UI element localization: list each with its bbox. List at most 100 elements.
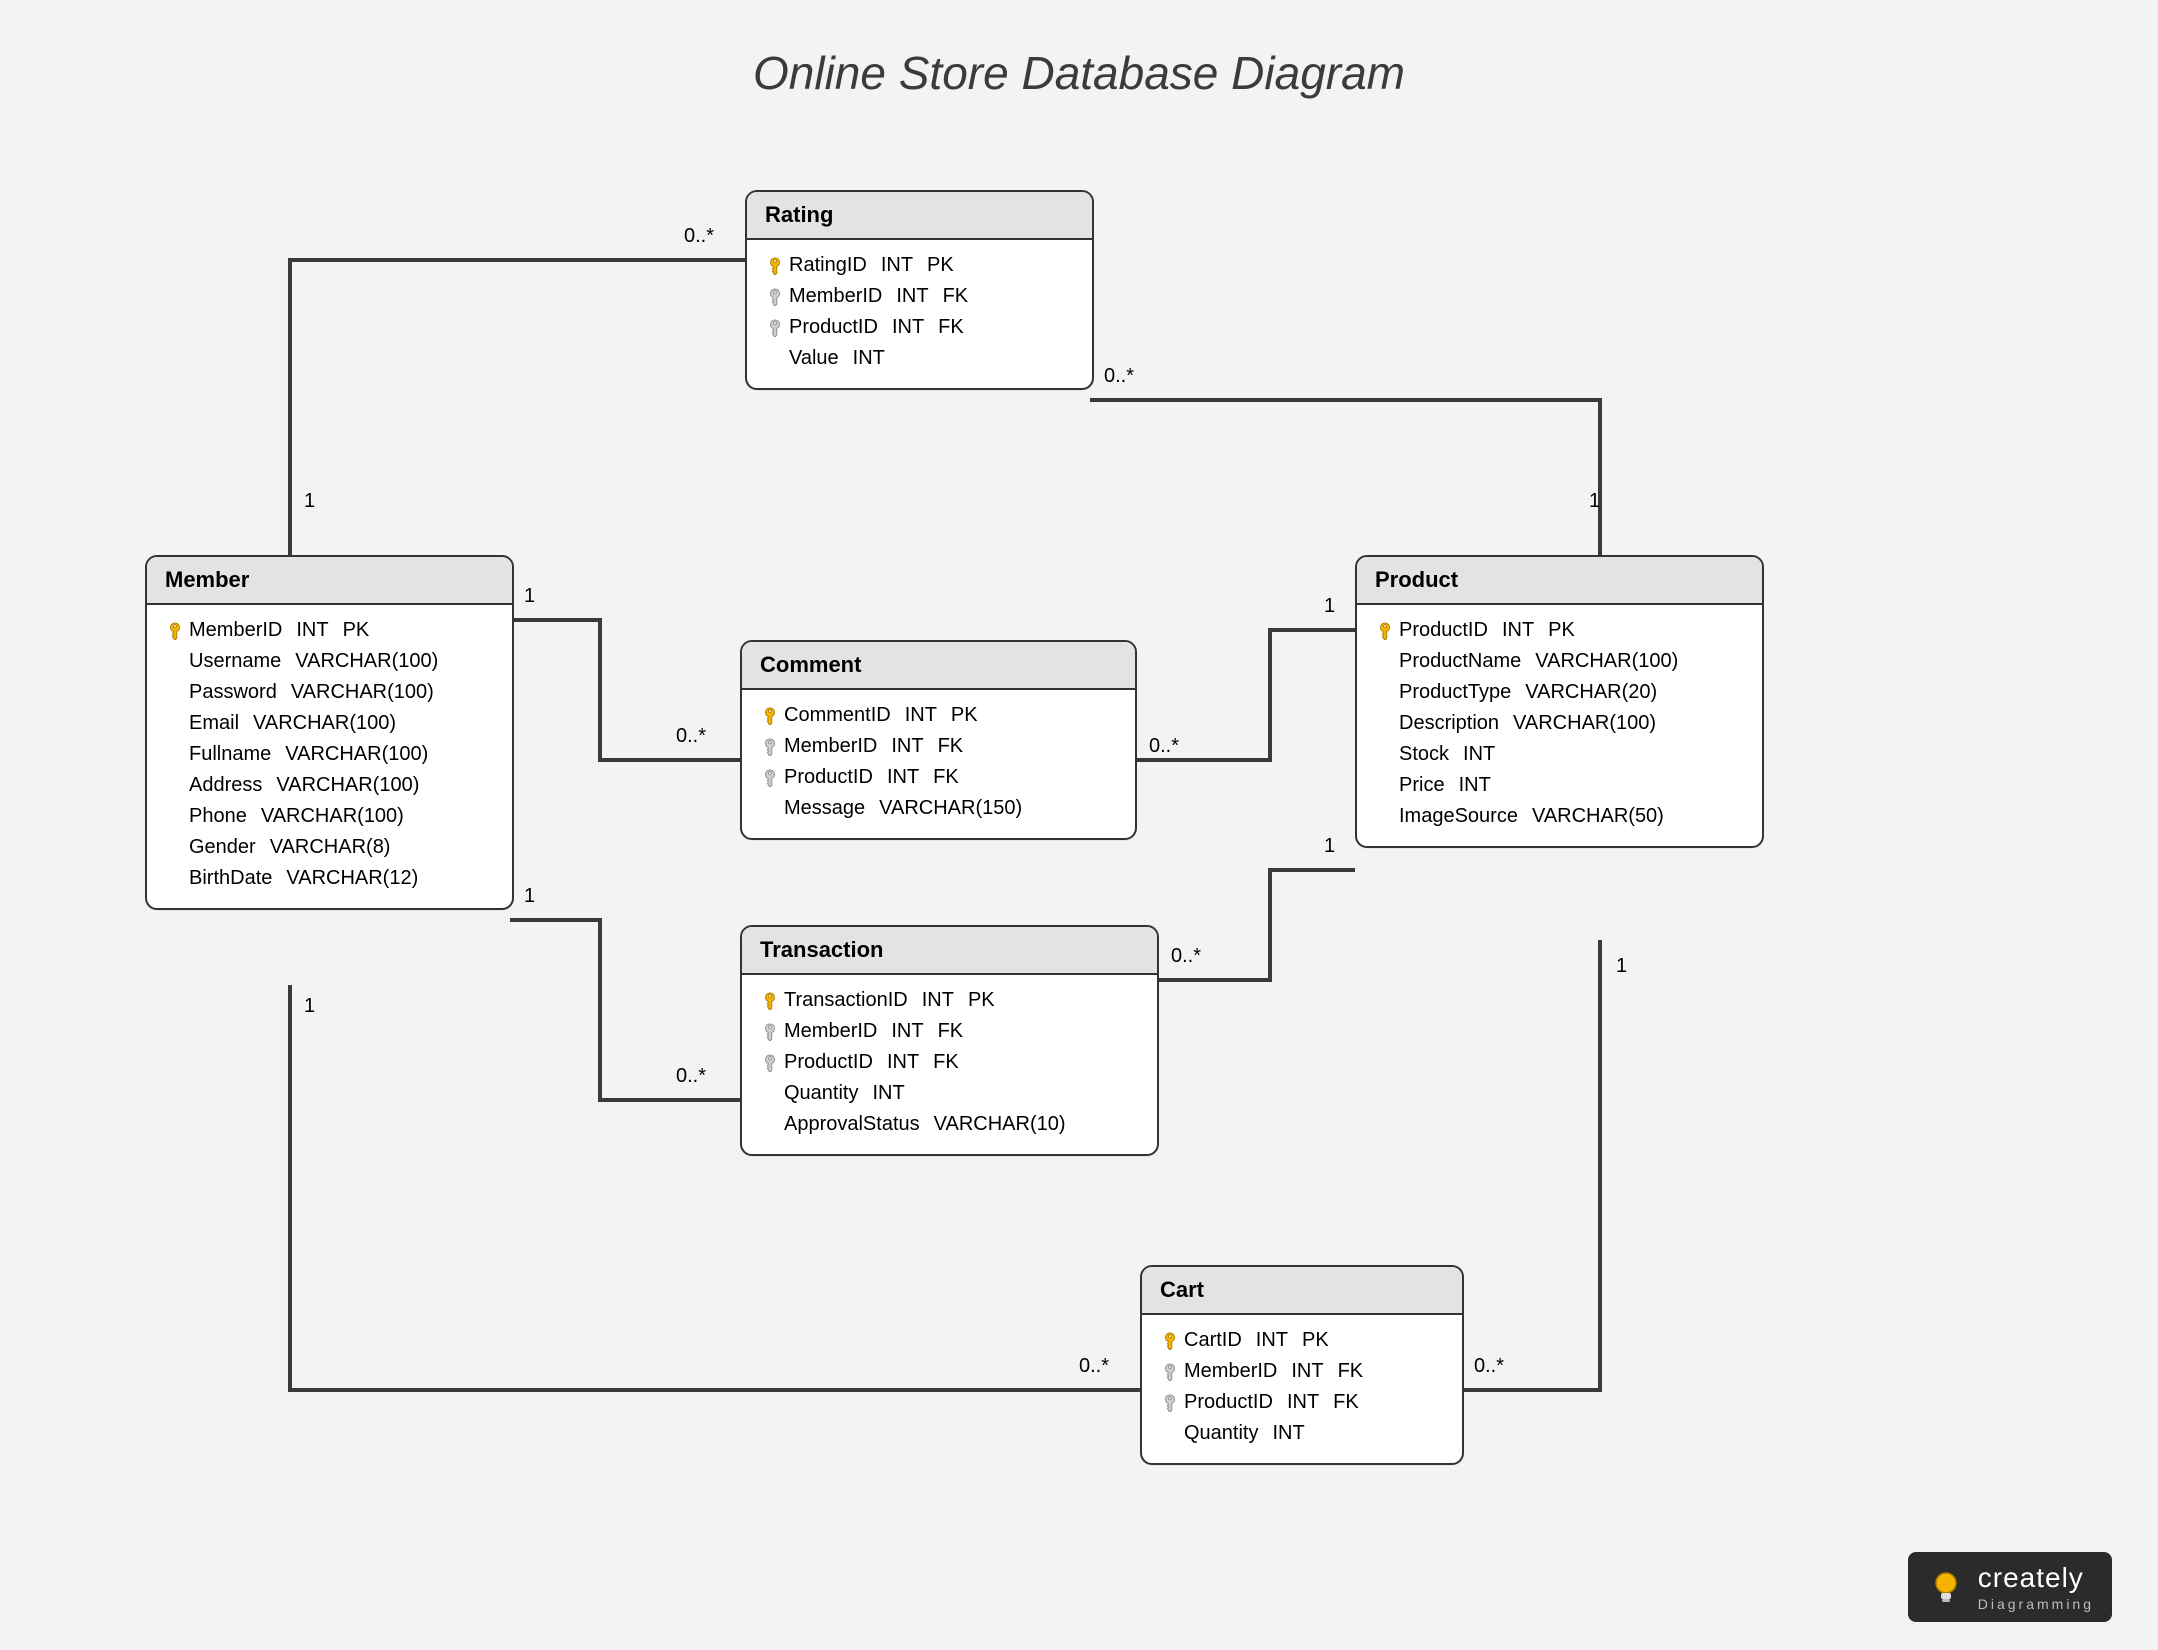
key-icon: [1156, 1363, 1184, 1381]
field-row: CartID INT PK: [1156, 1325, 1444, 1356]
field-type: INT: [922, 989, 968, 1012]
card-product-trans-many: 0..*: [1167, 945, 1205, 968]
card-member-cart-1: 1: [300, 995, 319, 1018]
field-type: VARCHAR(100): [276, 774, 433, 797]
key-icon: [756, 707, 784, 725]
field-type: INT: [891, 735, 937, 758]
logo-name: creately: [1978, 1562, 2094, 1594]
field-name: Description: [1399, 712, 1513, 735]
field-role: FK: [938, 316, 964, 339]
field-name: Value: [789, 347, 853, 370]
field-name: RatingID: [789, 254, 881, 277]
entity-product[interactable]: Product ProductID INT PK ProductName VAR…: [1355, 555, 1764, 848]
field-row: ProductID INT FK: [1156, 1387, 1444, 1418]
field-row: Phone VARCHAR(100): [161, 801, 494, 832]
field-type: INT: [896, 285, 942, 308]
field-row: Quantity INT: [756, 1078, 1139, 1109]
key-icon: [756, 1023, 784, 1041]
field-role: PK: [968, 989, 995, 1012]
key-icon: [756, 992, 784, 1010]
field-type: INT: [891, 1020, 937, 1043]
field-type: INT: [1272, 1422, 1318, 1445]
entity-member[interactable]: Member MemberID INT PK Username VARCHAR(…: [145, 555, 514, 910]
field-name: MemberID: [1184, 1360, 1291, 1383]
field-name: Email: [189, 712, 253, 735]
entity-member-body: MemberID INT PK Username VARCHAR(100) Pa…: [147, 605, 512, 908]
entity-rating-title: Rating: [747, 192, 1092, 240]
entity-cart[interactable]: Cart CartID INT PK MemberID INT FK Produ…: [1140, 1265, 1464, 1465]
field-row: Fullname VARCHAR(100): [161, 739, 494, 770]
field-name: CommentID: [784, 704, 905, 727]
field-name: CartID: [1184, 1329, 1256, 1352]
key-icon: [1156, 1332, 1184, 1350]
card-product-cart-many: 0..*: [1470, 1355, 1508, 1378]
card-product-rating-many: 0..*: [1100, 365, 1138, 388]
field-type: INT: [887, 766, 933, 789]
entity-product-title: Product: [1357, 557, 1762, 605]
field-row: TransactionID INT PK: [756, 985, 1139, 1016]
field-role: FK: [1338, 1360, 1364, 1383]
field-row: Value INT: [761, 343, 1074, 374]
diagram-title: Online Store Database Diagram: [0, 46, 2158, 100]
entity-transaction[interactable]: Transaction TransactionID INT PK MemberI…: [740, 925, 1159, 1156]
field-row: ApprovalStatus VARCHAR(10): [756, 1109, 1139, 1140]
entity-transaction-title: Transaction: [742, 927, 1157, 975]
field-row: MemberID INT FK: [761, 281, 1074, 312]
field-type: VARCHAR(100): [261, 805, 418, 828]
entity-rating-body: RatingID INT PK MemberID INT FK ProductI…: [747, 240, 1092, 388]
entity-comment[interactable]: Comment CommentID INT PK MemberID INT FK…: [740, 640, 1137, 840]
field-name: ProductType: [1399, 681, 1525, 704]
field-type: INT: [1463, 743, 1509, 766]
key-icon: [761, 319, 789, 337]
field-name: TransactionID: [784, 989, 922, 1012]
field-role: PK: [951, 704, 978, 727]
field-type: INT: [872, 1082, 918, 1105]
field-role: PK: [343, 619, 370, 642]
field-name: BirthDate: [189, 867, 286, 890]
field-type: VARCHAR(100): [253, 712, 410, 735]
field-type: VARCHAR(150): [879, 797, 1036, 820]
field-type: INT: [881, 254, 927, 277]
field-type: VARCHAR(100): [295, 650, 452, 673]
field-name: Gender: [189, 836, 270, 859]
field-role: PK: [1302, 1329, 1329, 1352]
field-type: INT: [1291, 1360, 1337, 1383]
field-type: VARCHAR(100): [1513, 712, 1670, 735]
field-row: CommentID INT PK: [756, 700, 1117, 731]
field-row: Description VARCHAR(100): [1371, 708, 1744, 739]
field-name: ProductID: [789, 316, 892, 339]
field-role: FK: [938, 735, 964, 758]
field-role: FK: [1333, 1391, 1359, 1414]
bulb-icon: [1926, 1567, 1966, 1607]
field-type: INT: [905, 704, 951, 727]
field-row: RatingID INT PK: [761, 250, 1074, 281]
card-member-rating-many: 0..*: [680, 225, 718, 248]
field-row: Quantity INT: [1156, 1418, 1444, 1449]
field-row: ProductID INT FK: [756, 762, 1117, 793]
key-icon: [1371, 622, 1399, 640]
field-row: Stock INT: [1371, 739, 1744, 770]
field-name: ProductID: [1399, 619, 1502, 642]
field-name: Message: [784, 797, 879, 820]
field-name: Address: [189, 774, 276, 797]
field-row: ProductID INT FK: [756, 1047, 1139, 1078]
card-product-rating-1: 1: [1585, 490, 1604, 513]
entity-product-body: ProductID INT PK ProductName VARCHAR(100…: [1357, 605, 1762, 846]
key-icon: [756, 1054, 784, 1072]
field-name: Quantity: [784, 1082, 872, 1105]
field-row: ProductID INT FK: [761, 312, 1074, 343]
field-role: PK: [1548, 619, 1575, 642]
key-icon: [756, 738, 784, 756]
field-role: PK: [927, 254, 954, 277]
field-name: ApprovalStatus: [784, 1113, 934, 1136]
field-type: VARCHAR(12): [286, 867, 432, 890]
field-row: Gender VARCHAR(8): [161, 832, 494, 863]
entity-transaction-body: TransactionID INT PK MemberID INT FK Pro…: [742, 975, 1157, 1154]
card-member-trans-1: 1: [520, 885, 539, 908]
field-type: VARCHAR(50): [1532, 805, 1678, 828]
field-type: VARCHAR(100): [285, 743, 442, 766]
key-icon: [1156, 1394, 1184, 1412]
field-name: MemberID: [784, 1020, 891, 1043]
entity-rating[interactable]: Rating RatingID INT PK MemberID INT FK P…: [745, 190, 1094, 390]
key-icon: [161, 622, 189, 640]
